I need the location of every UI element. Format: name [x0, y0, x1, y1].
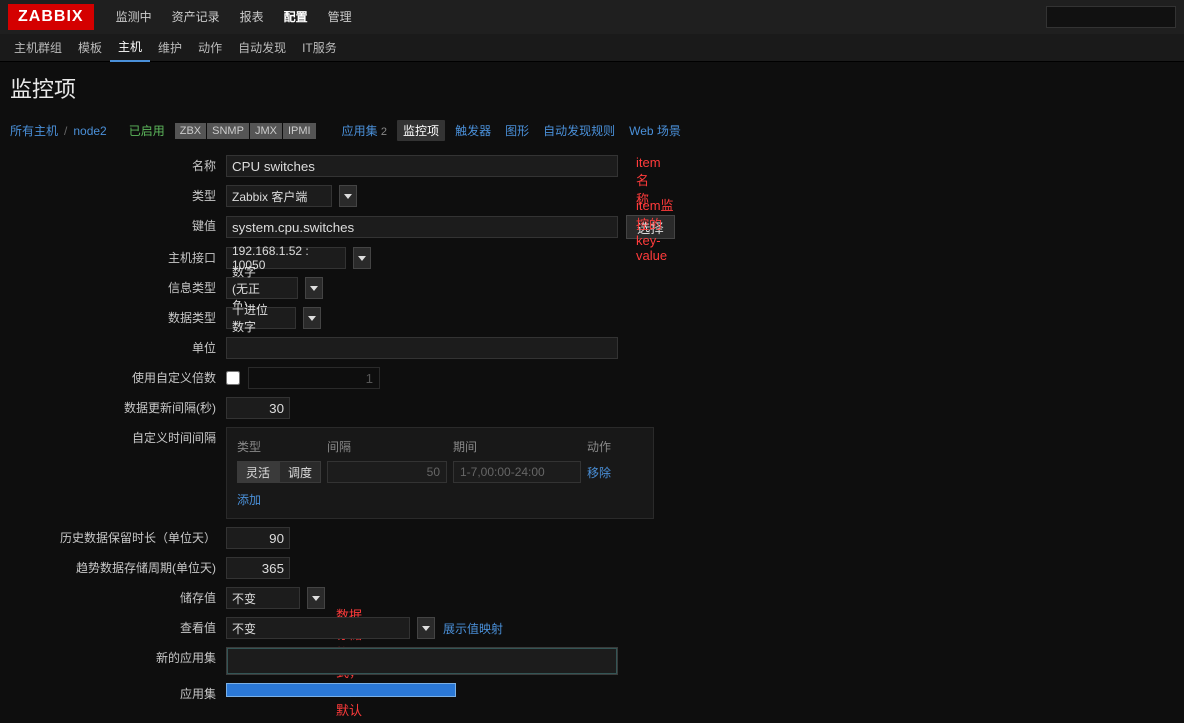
subnav-hostgroups[interactable]: 主机群组 — [6, 35, 70, 61]
unit-input[interactable] — [226, 337, 618, 359]
ci-header-period: 期间 — [453, 438, 587, 455]
tab-triggers[interactable]: 触发器 — [451, 122, 495, 139]
multiplier-checkbox[interactable] — [226, 371, 240, 385]
show-value-map-link[interactable]: 展示值映射 — [443, 620, 503, 637]
type-select[interactable]: Zabbix 客户端 — [226, 185, 332, 207]
ci-add-link[interactable]: 添加 — [237, 493, 261, 507]
subnav-actions[interactable]: 动作 — [190, 35, 230, 61]
view-value-dropdown-icon[interactable] — [417, 617, 435, 639]
multiplier-value — [248, 367, 380, 389]
ci-type-dispatch-button[interactable]: 调度 — [279, 461, 321, 483]
label-type: 类型 — [10, 185, 226, 207]
subnav-maintenance[interactable]: 维护 — [150, 35, 190, 61]
interface-tags: ZBX SNMP JMX IPMI — [175, 123, 316, 139]
tag-jmx: JMX — [250, 123, 282, 139]
top-bar: ZABBIX 监测中 资产记录 报表 配置 管理 — [0, 0, 1184, 34]
name-input[interactable] — [226, 155, 618, 177]
topnav-reports[interactable]: 报表 — [230, 0, 274, 34]
crumb-host[interactable]: node2 — [73, 124, 106, 138]
tab-discovery-rules[interactable]: 自动发现规则 — [539, 122, 619, 139]
data-type-dropdown-icon[interactable] — [303, 307, 321, 329]
label-new-app: 新的应用集 — [10, 647, 226, 669]
ci-type-flex-button[interactable]: 灵活 — [237, 461, 279, 483]
breadcrumb-bar: 所有主机 / node2 已启用 ZBX SNMP JMX IPMI 应用集 2… — [0, 116, 1184, 151]
ci-remove-link[interactable]: 移除 — [587, 464, 643, 481]
tab-applications[interactable]: 应用集 2 — [338, 122, 391, 139]
key-input[interactable] — [226, 216, 618, 238]
label-applications: 应用集 — [10, 683, 226, 705]
data-type-select[interactable]: 十进位数字 — [226, 307, 296, 329]
topnav-monitoring[interactable]: 监测中 — [106, 0, 162, 34]
topnav-inventory[interactable]: 资产记录 — [162, 0, 230, 34]
subnav-discovery[interactable]: 自动发现 — [230, 35, 294, 61]
subnav-hosts[interactable]: 主机 — [110, 34, 150, 62]
subnav-templates[interactable]: 模板 — [70, 35, 110, 61]
new-application-input[interactable] — [226, 647, 618, 675]
ci-interval-value[interactable]: 50 — [327, 461, 447, 483]
history-input[interactable] — [226, 527, 290, 549]
info-type-dropdown-icon[interactable] — [305, 277, 323, 299]
label-unit: 单位 — [10, 337, 226, 359]
label-interface: 主机接口 — [10, 247, 226, 269]
crumb-slash: / — [64, 124, 67, 138]
ci-header-action: 动作 — [587, 438, 643, 455]
ci-period-value[interactable]: 1-7,00:00-24:00 — [453, 461, 581, 483]
tag-snmp: SNMP — [207, 123, 249, 139]
tag-zbx: ZBX — [175, 123, 206, 139]
host-enabled-badge: 已启用 — [129, 122, 165, 139]
ci-header-type: 类型 — [237, 438, 327, 455]
label-store-value: 储存值 — [10, 587, 226, 609]
label-key: 键值 — [10, 215, 226, 237]
top-nav: 监测中 资产记录 报表 配置 管理 — [106, 0, 362, 34]
label-info-type: 信息类型 — [10, 277, 226, 299]
custom-intervals-box: 类型 间隔 期间 动作 灵活 调度 50 1-7,00:00-24:00 移除 … — [226, 427, 654, 519]
sub-nav: 主机群组 模板 主机 维护 动作 自动发现 IT服务 — [0, 34, 1184, 62]
tab-items[interactable]: 监控项 — [397, 120, 445, 141]
label-trends: 趋势数据存储周期(单位天) — [10, 557, 226, 579]
tab-graphs[interactable]: 图形 — [501, 122, 533, 139]
type-dropdown-icon[interactable] — [339, 185, 357, 207]
label-name: 名称 — [10, 155, 226, 177]
label-custom-intervals: 自定义时间间隔 — [10, 427, 226, 449]
label-history: 历史数据保留时长（单位天） — [10, 527, 226, 549]
topnav-config[interactable]: 配置 — [274, 0, 318, 34]
update-interval-input[interactable] — [226, 397, 290, 419]
logo: ZABBIX — [8, 4, 94, 30]
info-type-select[interactable]: 数字 (无正负) — [226, 277, 298, 299]
label-data-type: 数据类型 — [10, 307, 226, 329]
interface-dropdown-icon[interactable] — [353, 247, 371, 269]
topnav-admin[interactable]: 管理 — [318, 0, 362, 34]
item-form: 名称 item名称 类型 Zabbix 客户端 键值 选择 item监控的key… — [0, 151, 1184, 723]
ci-header-interval: 间隔 — [327, 438, 453, 455]
label-update-interval: 数据更新间隔(秒) — [10, 397, 226, 419]
key-select-button[interactable]: 选择 — [626, 215, 675, 239]
applications-select[interactable] — [226, 683, 456, 697]
subnav-itservices[interactable]: IT服务 — [294, 35, 345, 61]
trends-input[interactable] — [226, 557, 290, 579]
tab-web-scenarios[interactable]: Web 场景 — [625, 122, 685, 139]
tag-ipmi: IPMI — [283, 123, 316, 139]
label-view-value: 查看值 — [10, 617, 226, 639]
page-title: 监控项 — [0, 62, 1184, 116]
global-search-input[interactable] — [1046, 6, 1176, 28]
store-value-dropdown-icon[interactable] — [307, 587, 325, 609]
label-multiplier: 使用自定义倍数 — [10, 367, 226, 389]
view-value-select[interactable]: 不变 — [226, 617, 410, 639]
store-value-select[interactable]: 不变 — [226, 587, 300, 609]
crumb-all-hosts[interactable]: 所有主机 — [10, 122, 58, 139]
